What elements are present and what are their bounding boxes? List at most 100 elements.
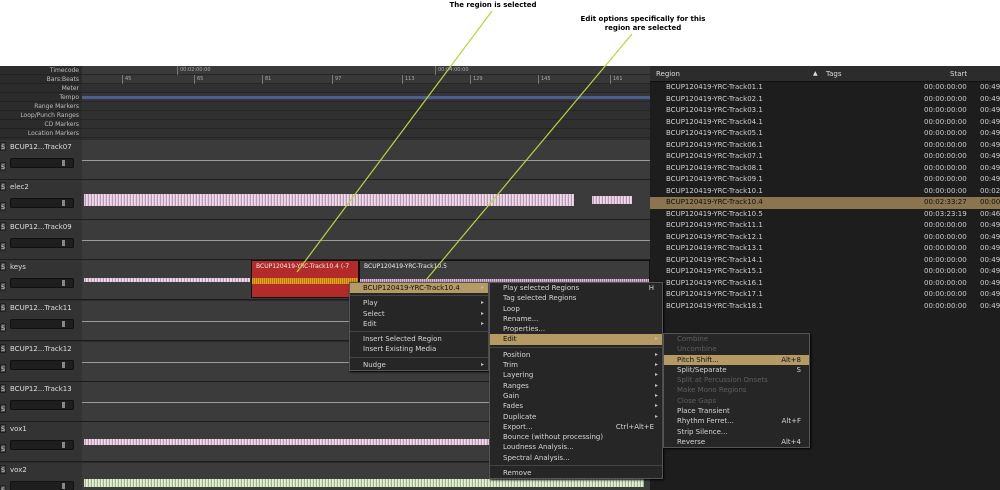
region-list-row[interactable]: BCUP120419-YRC-Track11.1 00:00:00:00 00:49 bbox=[650, 220, 1000, 232]
menu-item[interactable]: Tag selected Regions bbox=[490, 293, 662, 303]
gain-fader[interactable] bbox=[10, 360, 74, 370]
menu-item[interactable]: Pitch Shift... Alt+8 bbox=[664, 354, 809, 365]
region-list-row[interactable]: BCUP120419-YRC-Track09.1 00:00:00:00 00:49 bbox=[650, 174, 1000, 186]
solo-button[interactable]: S bbox=[0, 465, 6, 474]
solo-button[interactable]: S bbox=[0, 364, 6, 373]
menu-item[interactable]: Properties... bbox=[490, 324, 662, 334]
menu-item[interactable]: Position ▸ bbox=[490, 350, 662, 360]
region-column-header[interactable]: Region bbox=[656, 70, 680, 78]
gain-fader[interactable] bbox=[10, 198, 74, 208]
solo-button[interactable]: S bbox=[0, 444, 6, 453]
menu-item[interactable]: Place Transient bbox=[664, 406, 809, 416]
tempo-ruler[interactable] bbox=[82, 93, 650, 102]
menu-item[interactable]: Insert Selected Region bbox=[350, 334, 488, 344]
menu-item[interactable]: Fades ▸ bbox=[490, 401, 662, 411]
solo-button[interactable]: S bbox=[0, 222, 6, 231]
menu-item[interactable]: Nudge ▸ bbox=[350, 360, 488, 370]
region-list-row[interactable]: BCUP120419-YRC-Track02.1 00:00:00:00 00:49 bbox=[650, 94, 1000, 106]
track-header[interactable]: S Skeys bbox=[0, 260, 82, 300]
track-lane[interactable] bbox=[82, 220, 650, 260]
menu-item[interactable]: Rename... bbox=[490, 314, 662, 324]
gain-fader[interactable] bbox=[10, 238, 74, 248]
cd-markers-ruler[interactable] bbox=[82, 120, 650, 129]
location-markers-ruler[interactable] bbox=[82, 129, 650, 138]
track-name[interactable]: keys bbox=[10, 263, 26, 271]
solo-button[interactable]: S bbox=[0, 384, 6, 393]
menu-item[interactable]: Gain ▸ bbox=[490, 391, 662, 401]
menu-item[interactable]: BCUP120419-YRC-Track10.4 ▸ bbox=[350, 283, 488, 294]
track-name[interactable]: vox2 bbox=[10, 466, 27, 474]
timecode-ruler[interactable]: 00:02:00:00 00:04:00:00 bbox=[82, 66, 650, 75]
track-name[interactable]: BCUP12...Track11 bbox=[10, 304, 72, 312]
track-name[interactable]: BCUP12...Track07 bbox=[10, 143, 72, 151]
menu-item[interactable]: Layering ▸ bbox=[490, 370, 662, 380]
gain-fader[interactable] bbox=[10, 400, 74, 410]
track-header[interactable]: S S BCUP12...Track12 bbox=[0, 342, 82, 382]
track-name[interactable]: elec2 bbox=[10, 183, 29, 191]
region-list-row[interactable]: BCUP120419-YRC-Track12.1 00:00:00:00 00:49 bbox=[650, 232, 1000, 244]
region-list-row[interactable]: BCUP120419-YRC-Track16.1 00:00:00:00 00:49 bbox=[650, 278, 1000, 290]
track-name[interactable]: BCUP12...Track09 bbox=[10, 223, 72, 231]
track-header[interactable]: S S BCUP12...Track09 bbox=[0, 220, 82, 260]
region-list-row[interactable]: BCUP120419-YRC-Track15.1 00:00:00:00 00:49 bbox=[650, 266, 1000, 278]
solo-button[interactable]: S bbox=[0, 162, 6, 171]
region-list-row[interactable]: BCUP120419-YRC-Track08.1 00:00:00:00 00:49 bbox=[650, 163, 1000, 175]
menu-item[interactable]: Trim ▸ bbox=[490, 360, 662, 370]
region-list-row[interactable]: BCUP120419-YRC-Track14.1 00:00:00:00 00:49 bbox=[650, 255, 1000, 267]
region-list-row[interactable]: BCUP120419-YRC-Track10.1 00:00:00:00 00:02 bbox=[650, 186, 1000, 198]
menu-item[interactable]: Rhythm Ferret... Alt+F bbox=[664, 416, 809, 426]
region-list-row[interactable]: BCUP120419-YRC-Track07.1 00:00:00:00 00:49 bbox=[650, 151, 1000, 163]
track-header[interactable]: S S BCUP12...Track11 bbox=[0, 301, 82, 341]
menu-item[interactable]: Insert Existing Media bbox=[350, 344, 488, 354]
menu-item[interactable]: Bounce (without processing) bbox=[490, 432, 662, 442]
solo-button[interactable]: S bbox=[0, 282, 6, 291]
track-name[interactable]: BCUP12...Track13 bbox=[10, 385, 72, 393]
gain-fader[interactable] bbox=[10, 440, 74, 450]
menu-item[interactable]: Spectral Analysis... bbox=[490, 453, 662, 463]
track-header[interactable]: S S BCUP12...Track13 bbox=[0, 382, 82, 422]
solo-button[interactable]: S bbox=[0, 202, 6, 211]
region-list-row[interactable]: BCUP120419-YRC-Track03.1 00:00:00:00 00:49 bbox=[650, 105, 1000, 117]
menu-item[interactable]: Remove bbox=[490, 468, 662, 478]
solo-button[interactable]: S bbox=[0, 242, 6, 251]
menu-item[interactable]: Duplicate ▸ bbox=[490, 412, 662, 422]
tags-column-header[interactable]: Tags bbox=[826, 70, 842, 78]
gain-fader[interactable] bbox=[10, 278, 74, 288]
menu-item[interactable]: Play ▸ bbox=[350, 298, 488, 308]
region-list-row[interactable]: BCUP120419-YRC-Track06.1 00:00:00:00 00:49 bbox=[650, 140, 1000, 152]
menu-item[interactable]: Loudness Analysis... bbox=[490, 442, 662, 452]
track-header[interactable]: S Svox2 bbox=[0, 463, 82, 490]
menu-item[interactable]: Select ▸ bbox=[350, 309, 488, 319]
solo-button[interactable]: S bbox=[0, 344, 6, 353]
solo-button[interactable]: S bbox=[0, 485, 6, 490]
menu-item[interactable]: Edit ▸ bbox=[350, 319, 488, 329]
region-list-row[interactable]: BCUP120419-YRC-Track05.1 00:00:00:00 00:49 bbox=[650, 128, 1000, 140]
region-list-row[interactable]: BCUP120419-YRC-Track10.4 00:02:33:27 00:00 bbox=[650, 197, 1000, 209]
menu-item[interactable]: Loop bbox=[490, 304, 662, 314]
sort-ascending-icon[interactable]: ▲ bbox=[813, 70, 818, 77]
menu-item[interactable]: Edit ▸ bbox=[490, 334, 662, 345]
range-markers-ruler[interactable] bbox=[82, 102, 650, 111]
menu-item[interactable]: Ranges ▸ bbox=[490, 381, 662, 391]
region-list-row[interactable]: BCUP120419-YRC-Track04.1 00:00:00:00 00:49 bbox=[650, 117, 1000, 129]
meter-ruler[interactable] bbox=[82, 84, 650, 93]
track-lane[interactable] bbox=[82, 140, 650, 180]
loop-punch-ruler[interactable] bbox=[82, 111, 650, 120]
selected-region[interactable]: BCUP120419-YRC-Track10.4 (-7 bbox=[251, 260, 359, 298]
ruler-area[interactable]: 00:02:00:00 00:04:00:00 45 65 81 97 113 129 14… bbox=[82, 66, 650, 139]
menu-item[interactable]: Strip Silence... bbox=[664, 427, 809, 437]
menu-item[interactable]: Export... Ctrl+Alt+E bbox=[490, 422, 662, 432]
gain-fader[interactable] bbox=[10, 481, 74, 490]
gain-fader[interactable] bbox=[10, 158, 74, 168]
start-column-header[interactable]: Start bbox=[950, 70, 967, 78]
menu-item[interactable]: Play selected Regions H bbox=[490, 283, 662, 293]
solo-button[interactable]: S bbox=[0, 424, 6, 433]
menu-item[interactable]: Split/Separate S bbox=[664, 365, 809, 375]
region-list-row[interactable]: BCUP120419-YRC-Track10.5 00:03:23:19 00:46 bbox=[650, 209, 1000, 221]
track-name[interactable]: vox1 bbox=[10, 425, 27, 433]
region-list-row[interactable]: BCUP120419-YRC-Track01.1 00:00:00:00 00:49 bbox=[650, 82, 1000, 94]
solo-button[interactable]: S bbox=[0, 404, 6, 413]
gain-fader[interactable] bbox=[10, 319, 74, 329]
track-lane[interactable] bbox=[82, 180, 650, 220]
track-header[interactable]: S S BCUP12...Track07 bbox=[0, 140, 82, 180]
